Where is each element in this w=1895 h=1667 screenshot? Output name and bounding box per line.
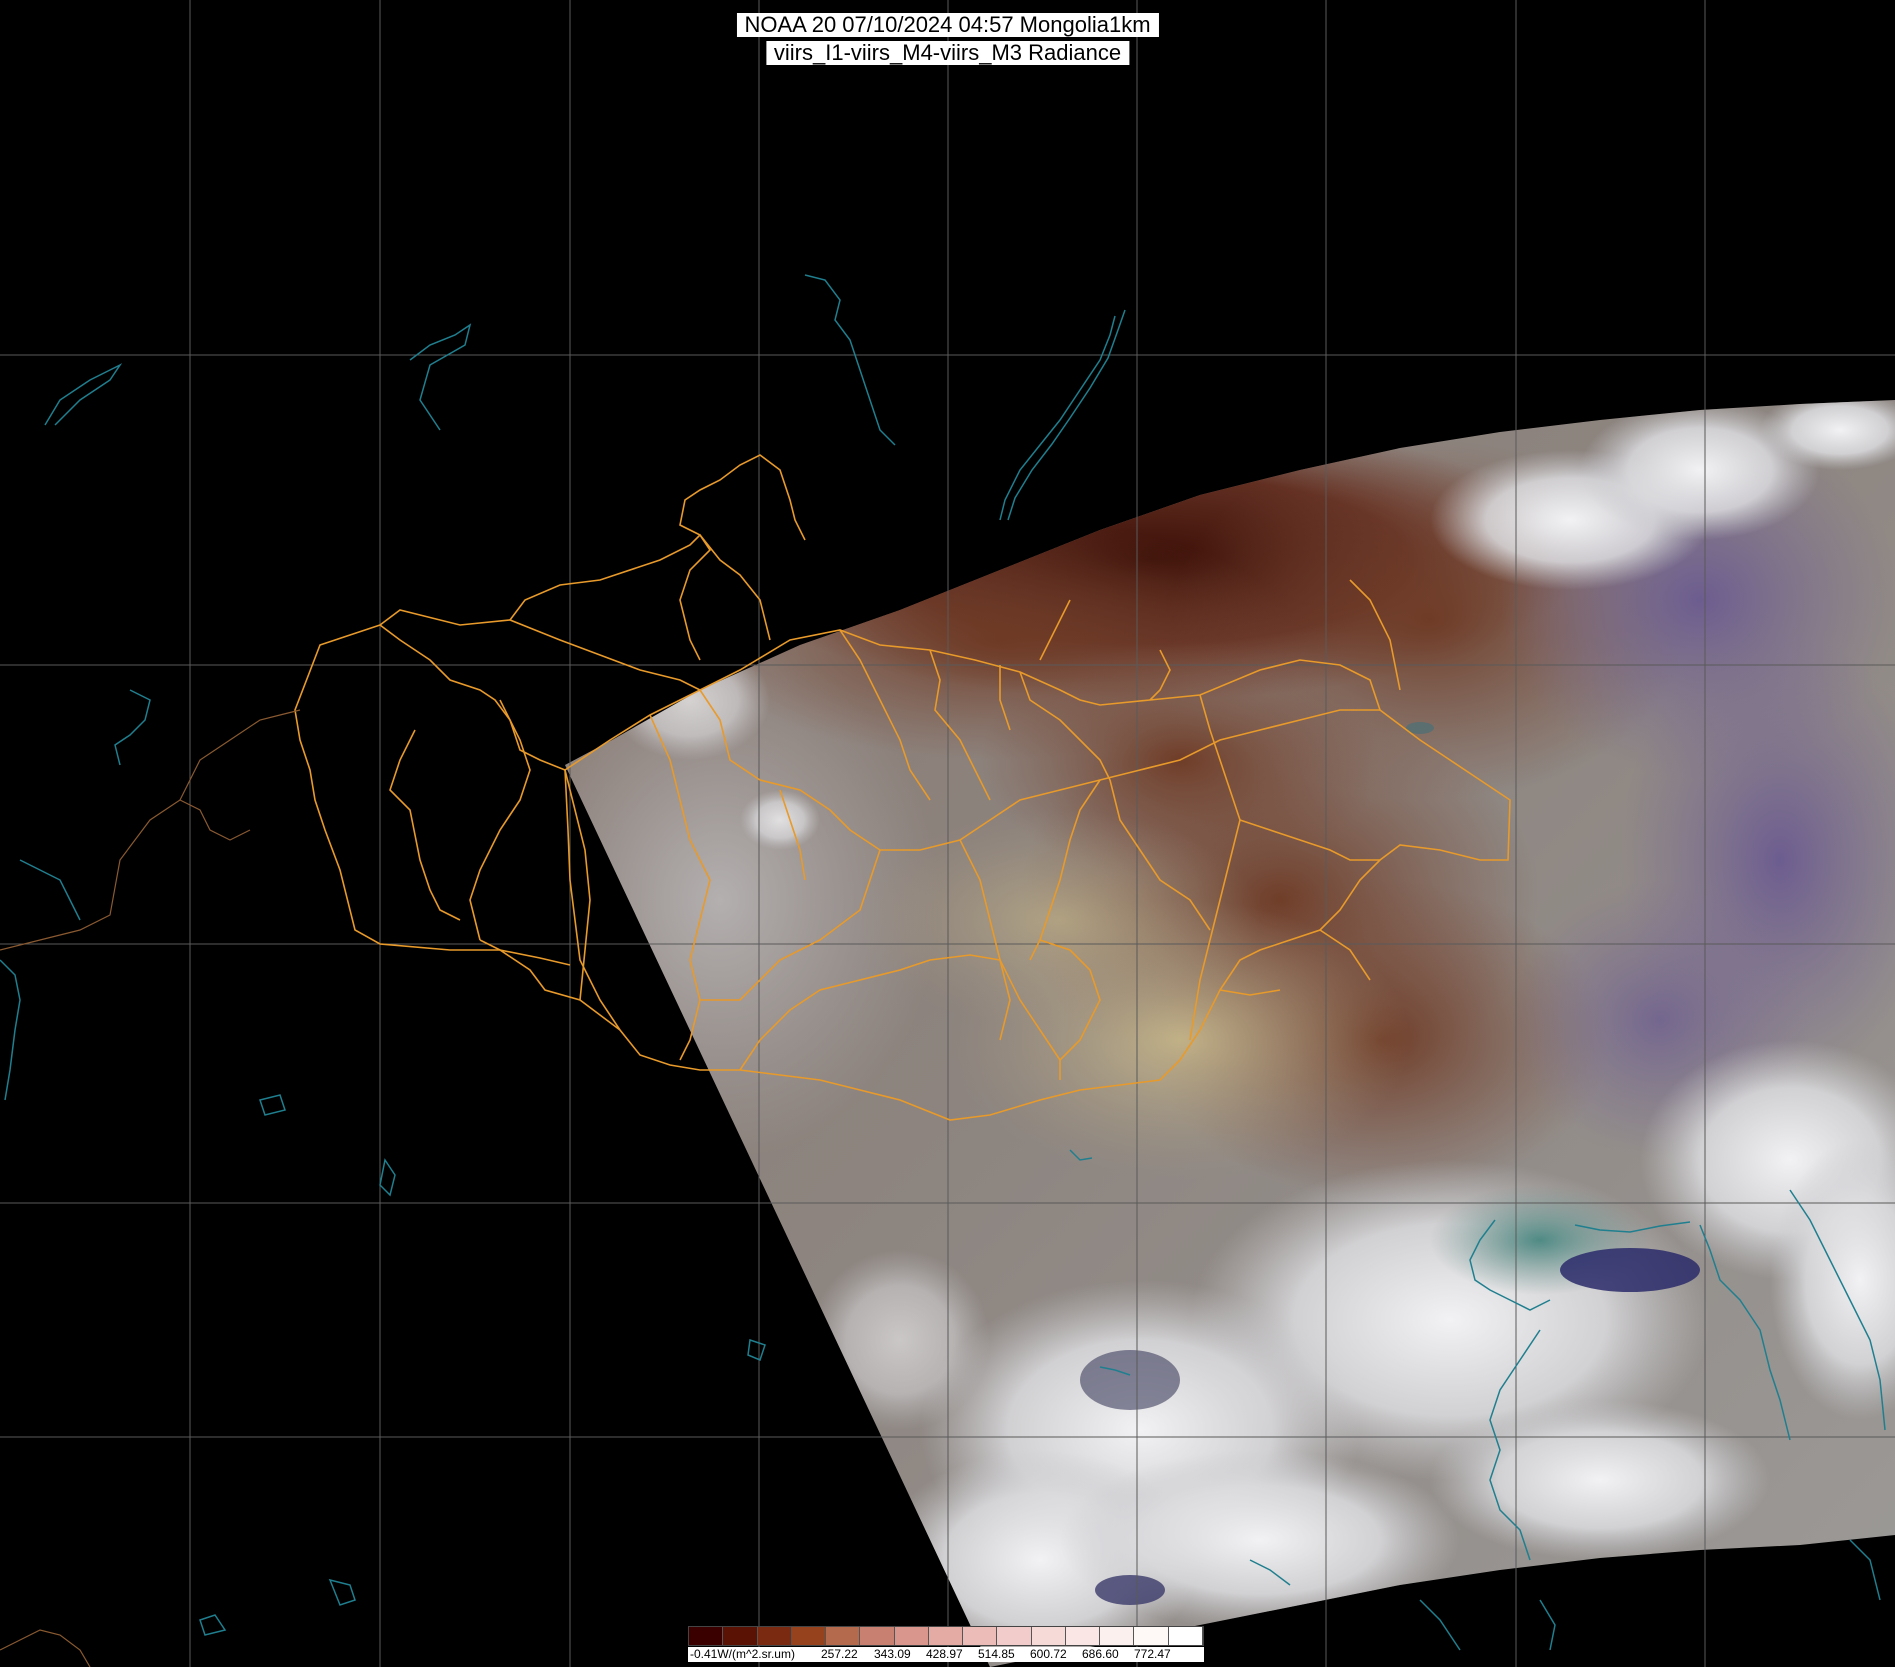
legend-color-bar: [688, 1626, 1204, 1646]
color-legend: -0.41W/(m^2.sr.um) 257.22 343.09 428.97 …: [688, 1626, 1204, 1662]
legend-swatch: [1065, 1627, 1101, 1645]
title-line-1: NOAA 20 07/10/2024 04:57 Mongolia1km: [736, 13, 1159, 37]
legend-swatch: [689, 1627, 724, 1645]
title-line-2: viirs_I1-viirs_M4-viirs_M3 Radiance: [765, 41, 1130, 65]
legend-swatch: [894, 1627, 929, 1645]
legend-swatch: [791, 1627, 827, 1645]
legend-swatch: [860, 1627, 895, 1645]
legend-swatch: [826, 1627, 861, 1645]
legend-swatch: [1100, 1627, 1135, 1645]
legend-labels: -0.41W/(m^2.sr.um) 257.22 343.09 428.97 …: [688, 1647, 1204, 1662]
legend-swatch: [723, 1627, 758, 1645]
legend-swatch: [757, 1627, 792, 1645]
legend-tick-label: 428.97: [926, 1647, 963, 1661]
legend-tick-label: 514.85: [978, 1647, 1015, 1661]
satellite-map: [0, 0, 1895, 1667]
legend-tick-label: 600.72: [1030, 1647, 1067, 1661]
legend-swatch: [928, 1627, 964, 1645]
legend-swatch: [1134, 1627, 1169, 1645]
legend-tick-label: 772.47: [1134, 1647, 1171, 1661]
legend-swatch: [1031, 1627, 1066, 1645]
legend-unit-label: -0.41W/(m^2.sr.um): [690, 1647, 795, 1661]
legend-swatch: [963, 1627, 998, 1645]
legend-tick-label: 343.09: [874, 1647, 911, 1661]
legend-swatch: [997, 1627, 1032, 1645]
legend-swatch: [1168, 1627, 1203, 1645]
legend-tick-label: 257.22: [821, 1647, 858, 1661]
legend-tick-label: 686.60: [1082, 1647, 1119, 1661]
